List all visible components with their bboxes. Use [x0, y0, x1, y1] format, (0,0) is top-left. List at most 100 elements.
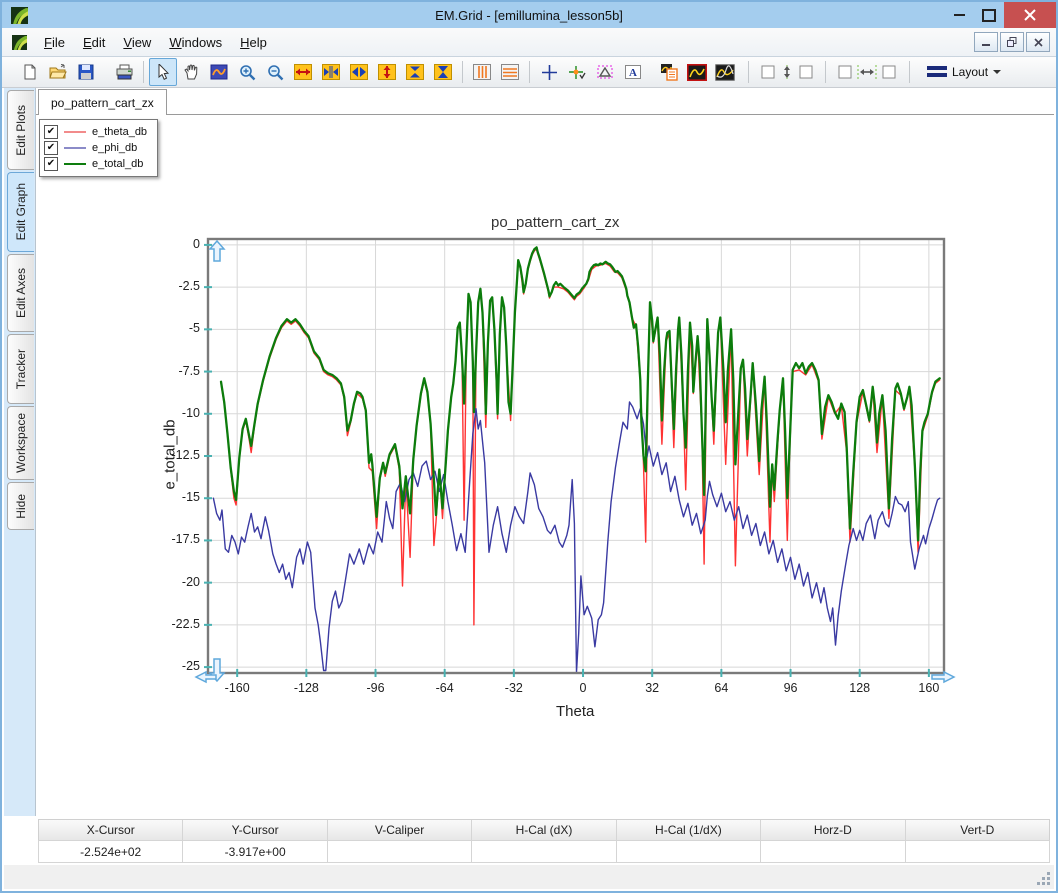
zoom-out-button[interactable] [261, 58, 289, 86]
legend-button[interactable] [655, 58, 683, 86]
dark-plot-style-button[interactable] [683, 58, 711, 86]
sidebar-item-tracker[interactable]: Tracker [7, 334, 34, 404]
menu-help[interactable]: Help [231, 31, 276, 54]
save-icon [78, 64, 94, 80]
window-footer [4, 865, 1054, 889]
link-vertical-axes-button[interactable] [758, 58, 816, 86]
horizontal-lines-icon [501, 64, 519, 80]
fit-vertical-button[interactable] [373, 58, 401, 86]
zoom-in-button[interactable] [233, 58, 261, 86]
sidebar-item-hide[interactable]: Hide [7, 482, 34, 530]
text-annotation-button[interactable]: A [619, 58, 647, 86]
document-tab-label: po_pattern_cart_zx [51, 96, 154, 110]
legend-row: ✔e_total_db [44, 156, 147, 172]
open-folder-icon [49, 64, 67, 80]
status-value-x-cursor: -2.524e+02 [39, 841, 183, 862]
crosshair-button[interactable] [535, 58, 563, 86]
caliper-button[interactable] [591, 58, 619, 86]
vertical-markers-button[interactable] [468, 58, 496, 86]
dark-multi-plot-style-button[interactable] [711, 58, 739, 86]
plot-icon [210, 64, 228, 80]
toolbar: A Layout [2, 57, 1056, 88]
document-tab-active[interactable]: po_pattern_cart_zx [38, 89, 167, 115]
tracker-button[interactable] [563, 58, 591, 86]
sidebar-item-workspace[interactable]: Workspace [7, 406, 34, 480]
pan-tool-button[interactable] [177, 58, 205, 86]
sidebar-item-edit-plots[interactable]: Edit Plots [7, 90, 34, 170]
print-button[interactable] [110, 58, 138, 86]
horizontal-markers-button[interactable] [496, 58, 524, 86]
maximize-icon [982, 9, 996, 22]
pointer-tool-button[interactable] [149, 58, 177, 86]
legend-line-sample [64, 147, 86, 149]
menu-file[interactable]: File [35, 31, 74, 54]
mdi-minimize-button[interactable] [974, 32, 998, 52]
hand-icon [184, 64, 199, 80]
minimize-button[interactable] [944, 2, 974, 28]
status-label-h-cal-dx-: H-Cal (dX) [472, 820, 616, 840]
window-title: EM.Grid - [emillumina_lesson5b] [2, 8, 1056, 23]
maximize-button[interactable] [974, 2, 1004, 28]
v-shrink-icon [434, 64, 452, 80]
resize-grip[interactable] [1037, 872, 1050, 885]
menu-items: FileEditViewWindowsHelp [35, 31, 276, 54]
open-button[interactable] [44, 58, 72, 86]
y-tick-label: -25 [156, 659, 200, 673]
chevron-down-icon [993, 70, 1001, 74]
vertical-lines-icon [473, 64, 491, 80]
plot-canvas[interactable] [196, 227, 956, 685]
toolbar-separator [909, 61, 910, 83]
status-value-vert-d [906, 841, 1049, 862]
y-tick-label: -17.5 [156, 532, 200, 546]
legend-checkbox-e_total_db[interactable]: ✔ [44, 157, 58, 171]
h-axes-link-icon [838, 64, 896, 80]
toolbar-separator [462, 61, 463, 83]
expand-vertical-button[interactable] [401, 58, 429, 86]
layout-icon [927, 66, 947, 78]
app-logo-icon [11, 7, 28, 24]
shrink-vertical-button[interactable] [429, 58, 457, 86]
sidebar-item-label: Edit Plots [14, 105, 28, 156]
toolbar-separator [529, 61, 530, 83]
zoom-in-icon [239, 64, 256, 81]
legend-checkbox-e_theta_db[interactable]: ✔ [44, 125, 58, 139]
sidebar-item-edit-graph[interactable]: Edit Graph [7, 172, 34, 252]
status-header-row: X-CursorY-CursorV-CaliperH-Cal (dX)H-Cal… [38, 819, 1050, 840]
legend-line-sample [64, 163, 86, 165]
pan-handle-up-icon[interactable] [210, 241, 224, 261]
new-file-button[interactable] [16, 58, 44, 86]
legend-checkbox-e_phi_db[interactable]: ✔ [44, 141, 58, 155]
y-tick-label: -12.5 [156, 448, 200, 462]
layout-label: Layout [952, 65, 988, 79]
expand-horizontal-button[interactable] [317, 58, 345, 86]
sidebar-item-label: Hide [14, 494, 28, 519]
tracker-icon [568, 64, 586, 81]
save-button[interactable] [72, 58, 100, 86]
mdi-restore-button[interactable] [1000, 32, 1024, 52]
chart-region: po_pattern_cart_zxe_total_dbTheta0-2.5-5… [36, 88, 1054, 816]
h-expand-icon [322, 64, 340, 80]
plot-mode-button[interactable] [205, 58, 233, 86]
dark-multi-plot-icon [715, 64, 735, 81]
menu-edit[interactable]: Edit [74, 31, 114, 54]
sidebar-item-edit-axes[interactable]: Edit Axes [7, 254, 34, 332]
shrink-horizontal-button[interactable] [345, 58, 373, 86]
fit-horizontal-button[interactable] [289, 58, 317, 86]
legend-overlay: ✔e_theta_db✔e_phi_db✔e_total_db [39, 119, 158, 177]
status-label-h-cal-1-dx-: H-Cal (1/dX) [617, 820, 761, 840]
sidebar: Edit Plots Edit GraphEdit AxesTracker Work… [4, 88, 35, 816]
sidebar-item-label: Workspace [14, 413, 28, 473]
series-e_theta_db [221, 249, 940, 625]
status-value-y-cursor: -3.917e+00 [183, 841, 327, 862]
toolbar-separator [825, 61, 826, 83]
status-value-row: -2.524e+02-3.917e+00 [38, 840, 1050, 863]
mdi-close-button[interactable] [1026, 32, 1050, 52]
y-tick-label: 0 [156, 237, 200, 251]
x-axis-label: Theta [556, 703, 594, 720]
menu-windows[interactable]: Windows [160, 31, 231, 54]
close-button[interactable] [1004, 2, 1056, 28]
layout-dropdown-button[interactable]: Layout [920, 62, 1008, 82]
print-icon [116, 64, 133, 80]
link-horizontal-axes-button[interactable] [835, 58, 899, 86]
menu-view[interactable]: View [114, 31, 160, 54]
